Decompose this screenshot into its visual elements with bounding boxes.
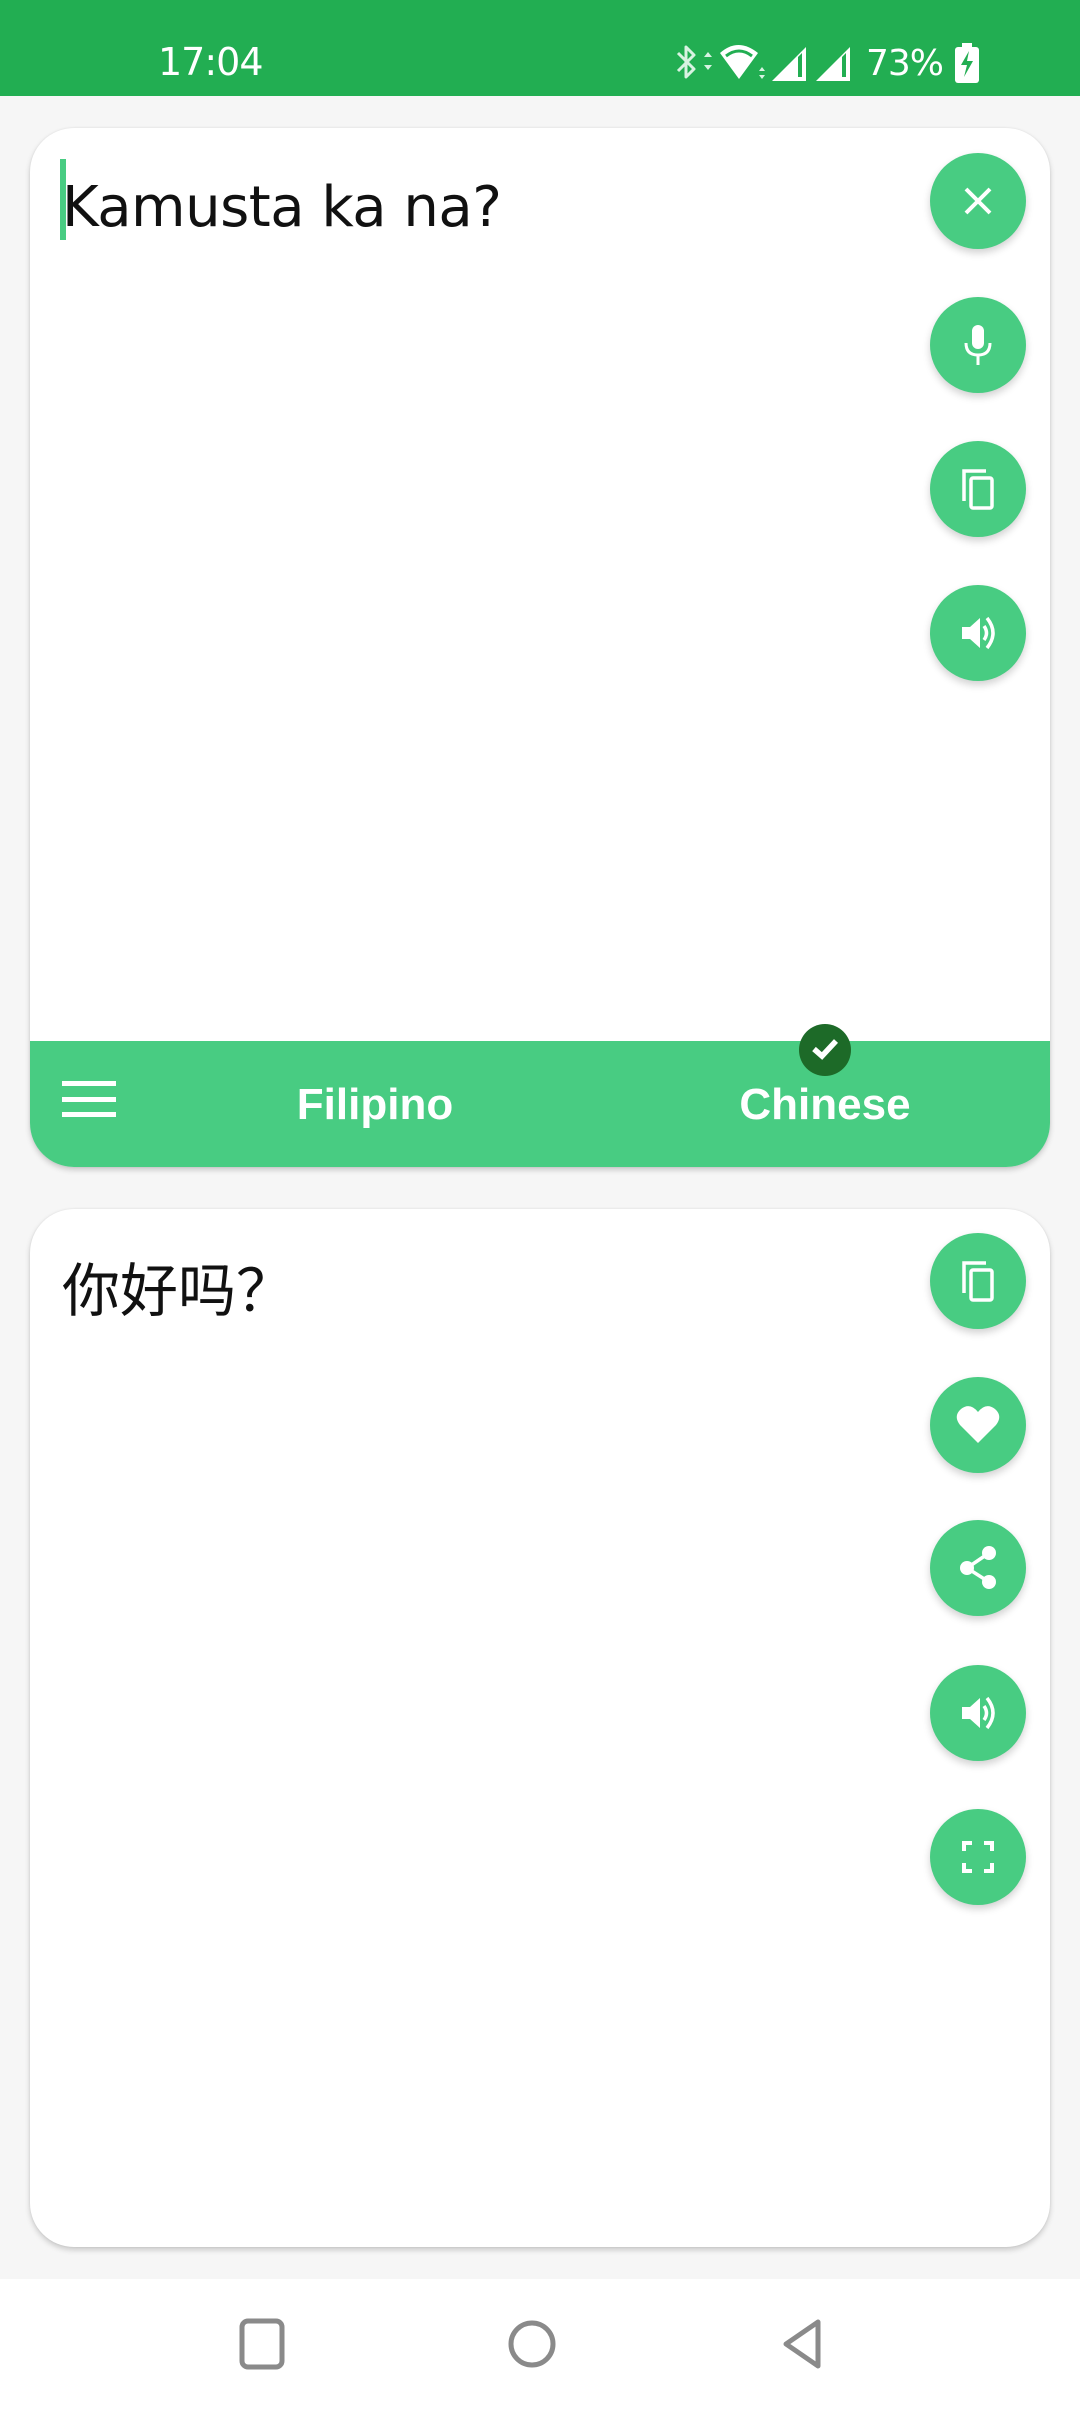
status-time: 17:04 bbox=[158, 40, 264, 84]
source-text-input[interactable]: Kamusta ka na? bbox=[62, 168, 502, 248]
source-card: Kamusta ka na? Filipino Chinese bbox=[30, 128, 1050, 1167]
fullscreen-icon bbox=[960, 1839, 996, 1875]
menu-icon-line bbox=[62, 1097, 116, 1102]
selected-language-badge bbox=[799, 1024, 851, 1076]
status-icons: 73% bbox=[672, 38, 981, 88]
close-icon bbox=[958, 181, 998, 221]
translation-card: 你好吗？ bbox=[30, 1209, 1050, 2247]
target-language-button[interactable]: Chinese bbox=[675, 1075, 975, 1135]
wifi-icon bbox=[718, 41, 768, 85]
copy-icon bbox=[956, 1257, 1000, 1305]
status-bar: 17:04 73% bbox=[0, 0, 1080, 96]
share-icon bbox=[956, 1544, 1000, 1592]
signal-icon bbox=[812, 41, 856, 85]
speaker-icon bbox=[956, 611, 1000, 655]
copy-icon bbox=[956, 465, 1000, 513]
voice-input-button[interactable] bbox=[930, 297, 1026, 393]
system-nav-bar bbox=[0, 2279, 1080, 2412]
source-language-button[interactable]: Filipino bbox=[225, 1075, 525, 1135]
speak-source-button[interactable] bbox=[930, 585, 1026, 681]
heart-icon bbox=[954, 1403, 1002, 1447]
share-button[interactable] bbox=[930, 1520, 1026, 1616]
menu-button[interactable] bbox=[58, 1081, 120, 1127]
microphone-icon bbox=[958, 321, 998, 369]
battery-percent: 73% bbox=[866, 42, 944, 84]
recents-icon bbox=[238, 2318, 286, 2375]
favorite-button[interactable] bbox=[930, 1377, 1026, 1473]
back-icon bbox=[778, 2318, 826, 2375]
bluetooth-icon bbox=[672, 41, 718, 85]
translation-text: 你好吗？ bbox=[62, 1257, 295, 1325]
clear-button[interactable] bbox=[930, 153, 1026, 249]
menu-icon bbox=[62, 1081, 116, 1086]
paste-button[interactable] bbox=[930, 441, 1026, 537]
menu-icon-line bbox=[62, 1112, 116, 1117]
check-icon bbox=[809, 1032, 841, 1069]
signal-icon bbox=[768, 41, 812, 85]
home-button[interactable] bbox=[502, 2319, 562, 2373]
battery-charging-icon bbox=[953, 41, 981, 85]
recents-button[interactable] bbox=[232, 2318, 292, 2375]
fullscreen-button[interactable] bbox=[930, 1809, 1026, 1905]
copy-translation-button[interactable] bbox=[930, 1233, 1026, 1329]
speak-translation-button[interactable] bbox=[930, 1665, 1026, 1761]
home-icon bbox=[506, 2318, 558, 2375]
back-button[interactable] bbox=[772, 2319, 832, 2373]
speaker-icon bbox=[956, 1691, 1000, 1735]
language-bar: Filipino Chinese bbox=[30, 1041, 1050, 1167]
